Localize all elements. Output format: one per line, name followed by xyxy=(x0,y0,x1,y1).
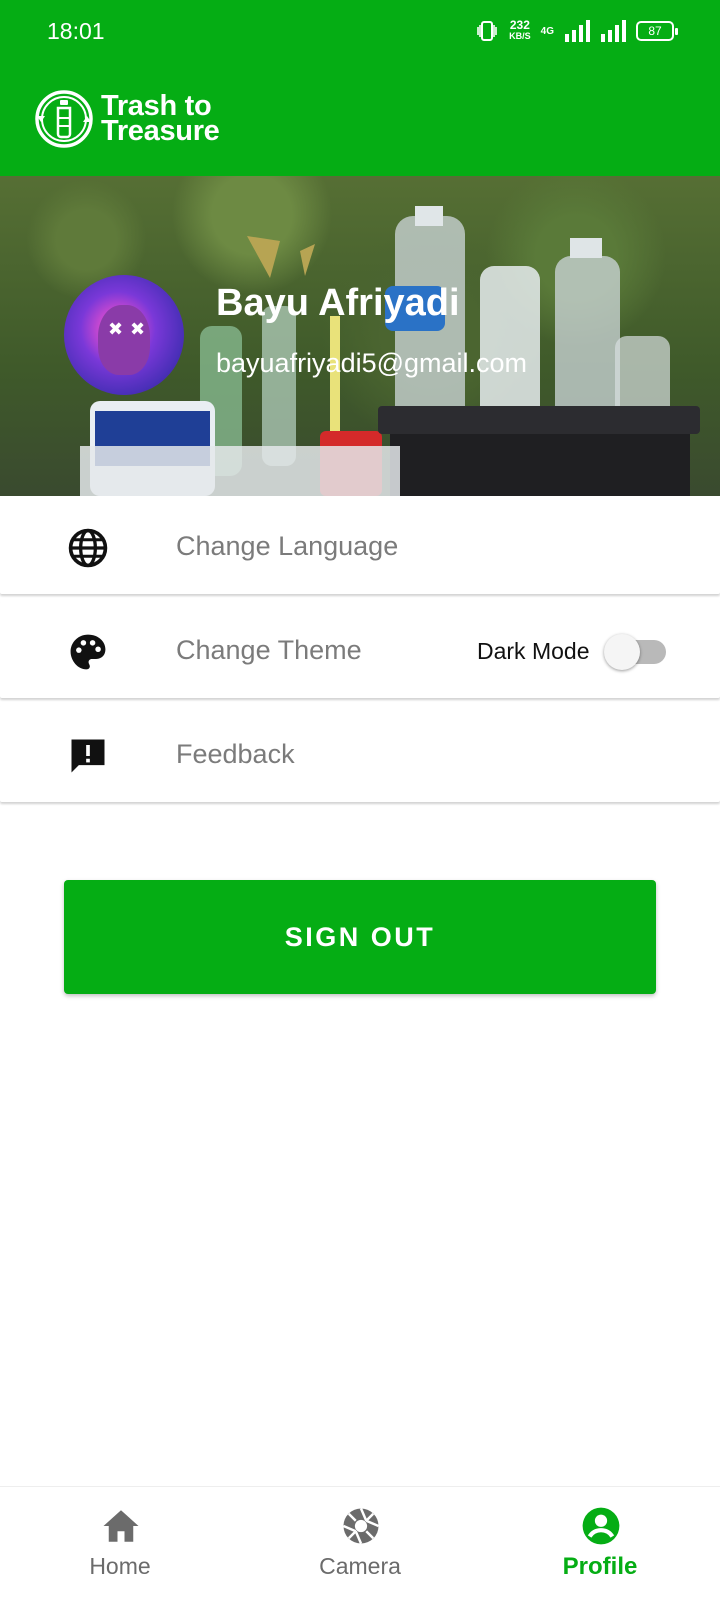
avatar-face xyxy=(98,305,150,375)
nav-home-label: Home xyxy=(89,1553,151,1579)
network-speed-unit: KB/S xyxy=(509,31,531,41)
camera-shutter-icon xyxy=(343,1508,379,1544)
bottom-navigation: Home Camera Profile xyxy=(0,1486,720,1600)
network-speed-value: 232 xyxy=(509,18,530,32)
avatar-eye-right: ✖ xyxy=(130,319,146,339)
feedback-icon xyxy=(71,739,105,773)
feedback-label: Feedback xyxy=(176,739,295,769)
status-icons: 232 KB/S 4G 87 xyxy=(475,16,678,46)
dark-mode-toggle[interactable] xyxy=(604,634,666,670)
vibrate-icon xyxy=(477,21,497,41)
app-header: 18:01 232 KB/S 4G 87 Trash to Treasure xyxy=(0,0,720,176)
profile-name: Bayu Afriyadi xyxy=(216,282,460,324)
nav-profile-label: Profile xyxy=(562,1553,638,1580)
battery-icon: 87 xyxy=(636,21,678,41)
palette-icon xyxy=(70,634,106,670)
avatar[interactable]: ✖ ✖ xyxy=(64,275,184,395)
home-icon xyxy=(103,1510,139,1542)
feedback-row[interactable]: Feedback xyxy=(0,706,720,802)
change-theme-row[interactable]: Change Theme Dark Mode xyxy=(0,602,720,698)
change-language-row[interactable]: Change Language xyxy=(0,498,720,594)
status-time: 18:01 xyxy=(47,18,105,44)
avatar-eye-left: ✖ xyxy=(108,319,124,339)
profile-email: bayuafriyadi5@gmail.com xyxy=(216,348,528,378)
nav-home[interactable]: Home xyxy=(0,1487,240,1600)
globe-icon xyxy=(68,528,108,568)
battery-level: 87 xyxy=(648,24,662,38)
app-logo: Trash to Treasure xyxy=(33,88,220,150)
signal-icon-2 xyxy=(601,20,626,42)
nav-profile[interactable]: Profile xyxy=(480,1487,720,1600)
network-speed: 232 KB/S xyxy=(509,18,531,42)
network-type: 4G xyxy=(540,25,554,37)
nav-camera-label: Camera xyxy=(319,1553,401,1579)
nav-camera[interactable]: Camera xyxy=(240,1487,480,1600)
sign-out-button[interactable]: SIGN OUT xyxy=(64,880,656,994)
account-circle-icon xyxy=(582,1507,620,1545)
change-language-label: Change Language xyxy=(176,531,399,561)
dark-mode-toggle-thumb xyxy=(604,634,640,670)
signal-icon xyxy=(565,20,590,42)
dark-mode-label: Dark Mode xyxy=(477,638,590,664)
logo-line-2: Treasure xyxy=(101,115,220,147)
logo-text: Trash to Treasure xyxy=(101,92,220,147)
recycle-bottle-icon xyxy=(35,90,93,148)
change-theme-label: Change Theme xyxy=(176,635,362,665)
status-bar: 18:01 232 KB/S 4G 87 xyxy=(0,0,720,62)
